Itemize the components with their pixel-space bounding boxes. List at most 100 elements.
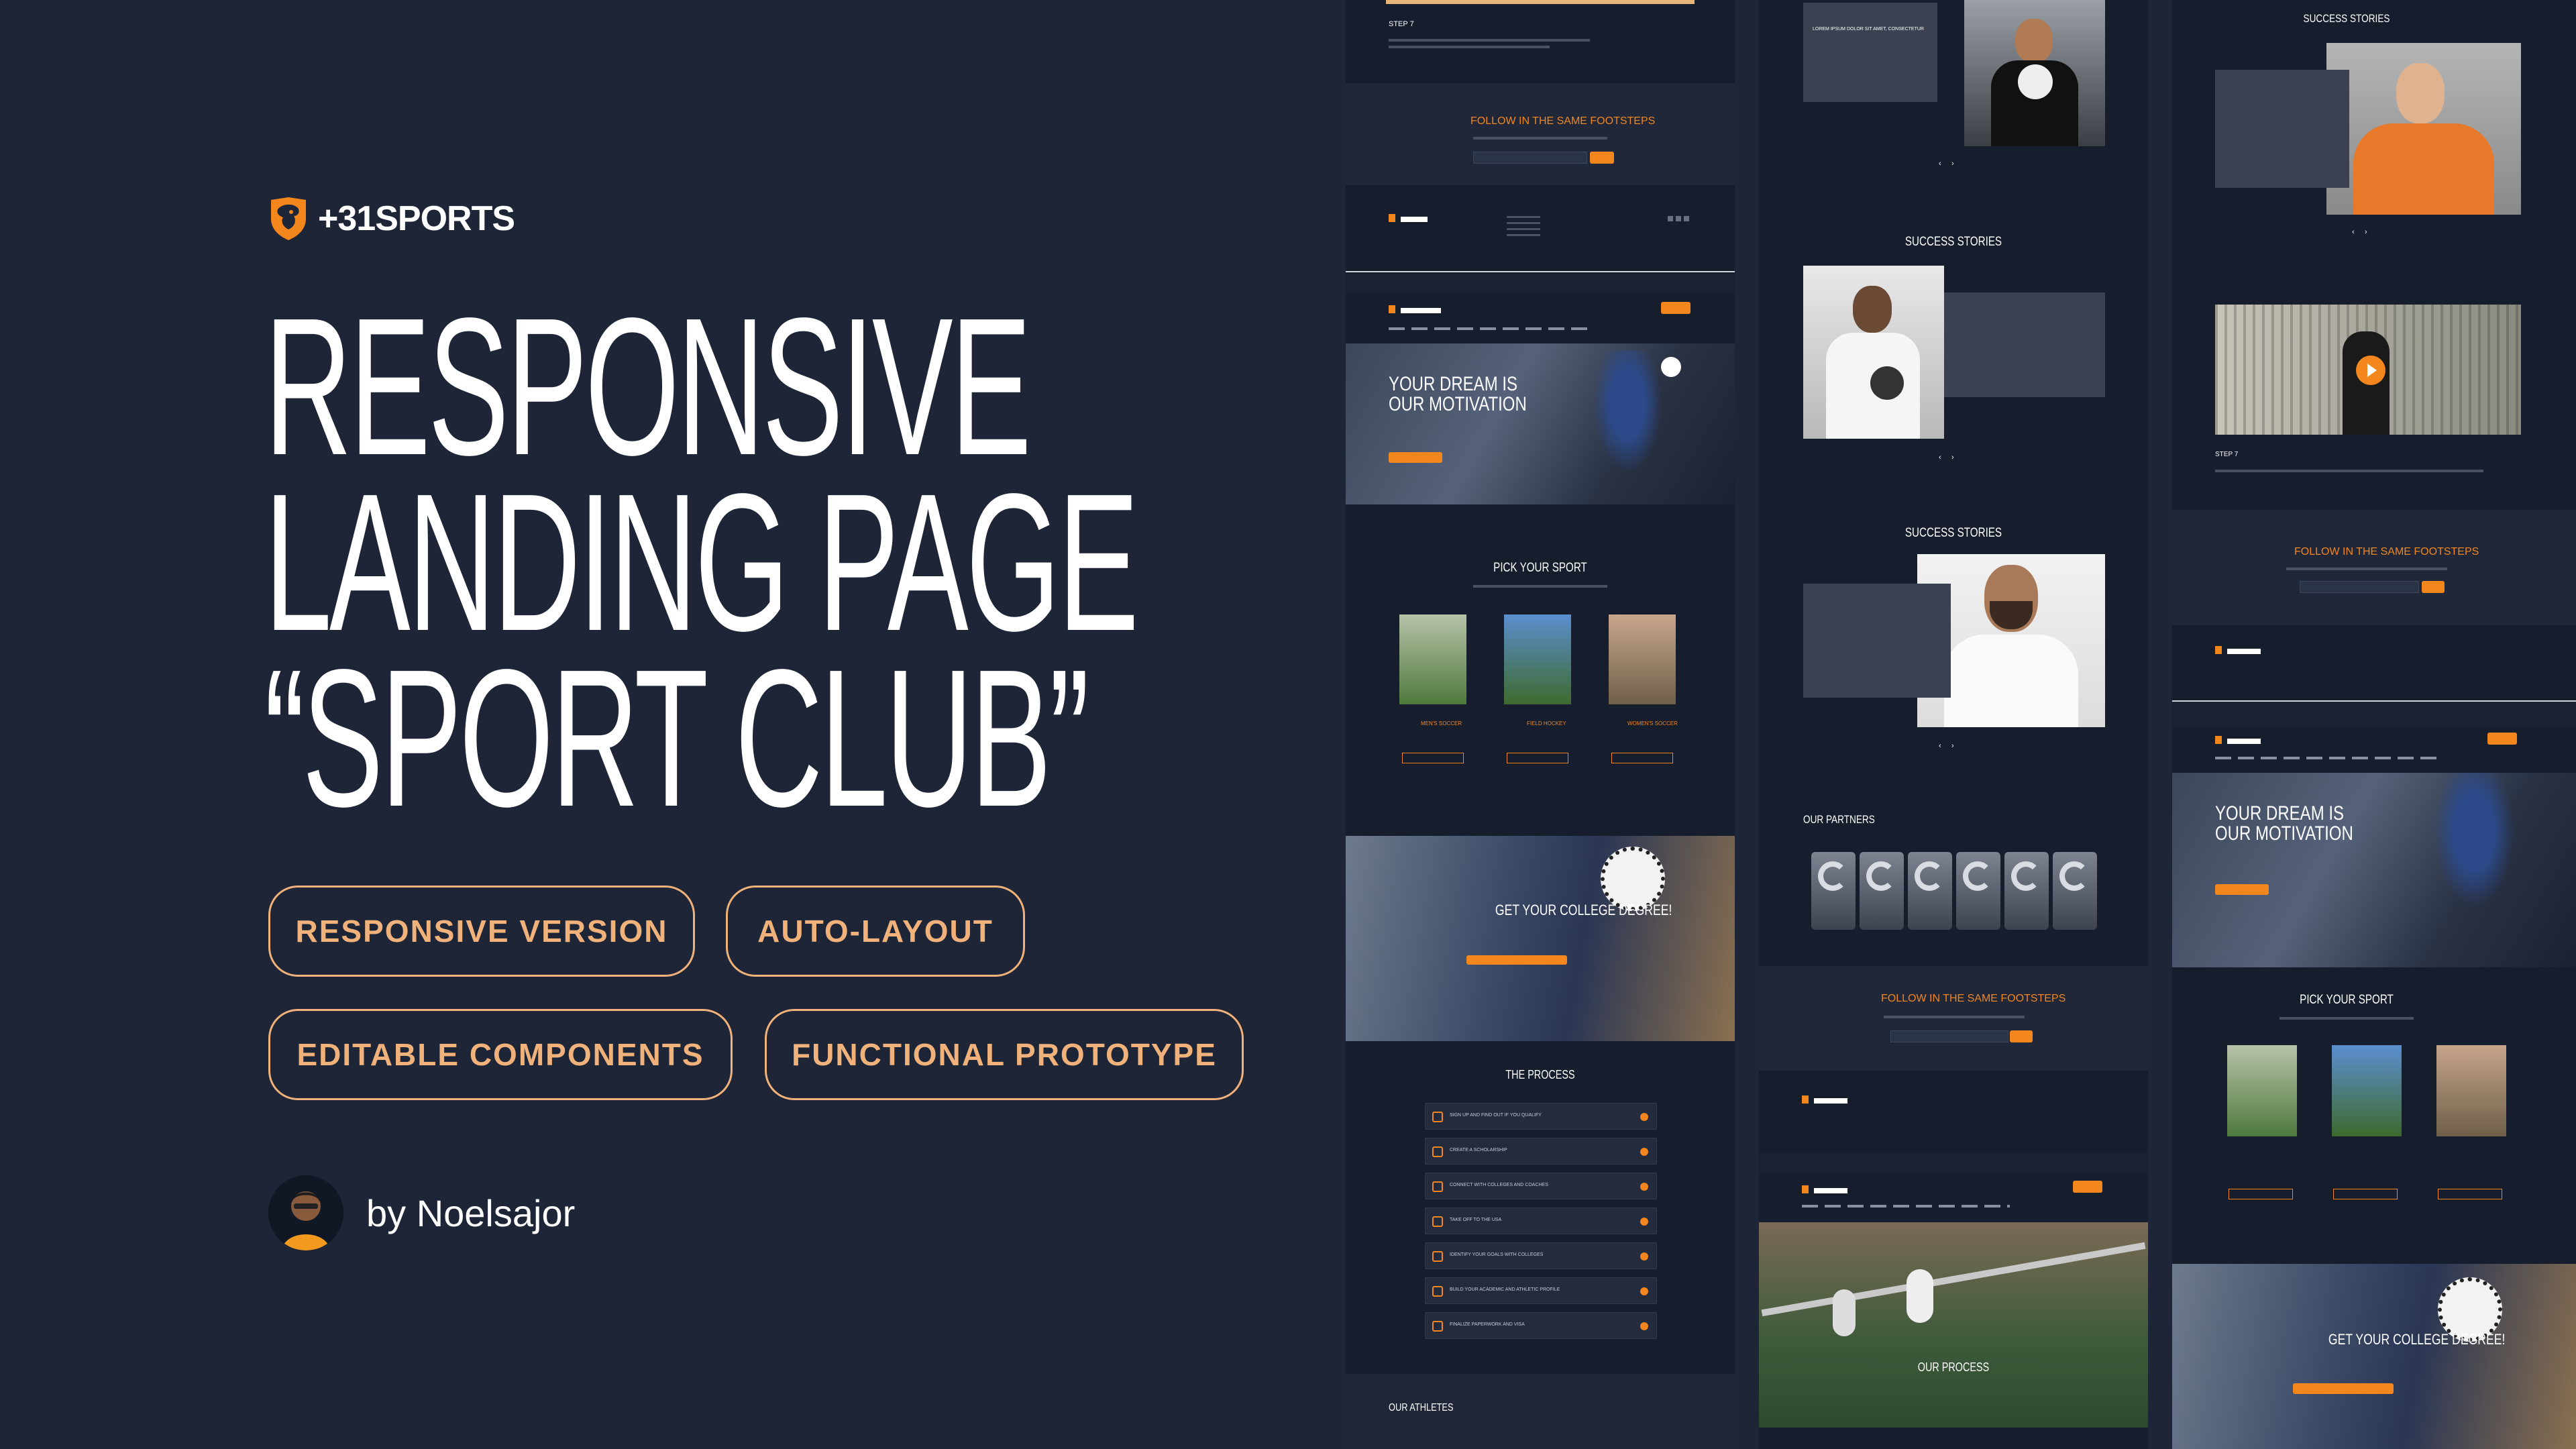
partner-logo [1811,852,1856,930]
author-avatar [268,1175,343,1250]
step-icon [1432,1146,1443,1157]
start-now-button-2[interactable] [1507,753,1568,763]
author-credit: by Noelsajor [268,1175,575,1250]
success-title-2: SUCCESS STORIES [1904,526,2002,540]
headline-line-3: “SPORT CLUB” [264,629,1089,847]
sport-card-2-3[interactable] [2436,1045,2506,1136]
sport-card-mens-soccer[interactable] [1399,614,1466,704]
start-now-button-1[interactable] [1402,753,1464,763]
partner-logo [1860,852,1904,930]
process-title: THE PROCESS [1505,1068,1575,1081]
hero-image [1346,343,1735,504]
step-icon [1432,1216,1443,1227]
step-expand-icon[interactable] [1640,1218,1648,1226]
mockup-column-3: SUCCESS STORIES ‹ › STEP 7 FOLLOW IN THE… [2172,0,2576,1449]
feature-pill-editable: EDITABLE COMPONENTS [268,1009,733,1100]
athletes-title: OUR ATHLETES [1389,1402,1454,1413]
sport-label-1: MEN'S SOCCER [1421,720,1462,727]
mockup-process-frame: OUR PROCESS [1759,1174,2148,1449]
college-title: GET YOUR COLLEGE DEGREE! [1495,902,1672,918]
sport-card-womens-soccer[interactable] [1609,614,1676,704]
story-card-4 [2215,70,2349,188]
step-expand-icon[interactable] [1640,1322,1648,1330]
process-step-row[interactable]: BUILD YOUR ACADEMIC AND ATHLETIC PROFILE [1425,1277,1657,1304]
story-card-1 [1803,3,1937,102]
mockup-tablet-stories: SUCCESS STORIES ‹ › STEP 7 FOLLOW IN THE… [2172,0,2576,702]
step-label: STEP 7 [1389,20,1414,28]
process-step-label: BUILD YOUR ACADEMIC AND ATHLETIC PROFILE [1450,1287,1560,1292]
hero-panel: +31SPORTS RESPONSIVE LANDING PAGE “SPORT… [264,0,1315,1449]
mockup-landing-desktop: YOUR DREAM IS OUR MOTIVATION PICK YOUR S… [1346,294,1735,1449]
video-thumbnail[interactable] [2215,305,2521,435]
pick-sport-title-2: PICK YOUR SPORT [2300,993,2394,1007]
follow-title-2: FOLLOW IN THE SAME FOOTSTEPS [1881,993,2066,1004]
process-step-row[interactable]: FINALIZE PAPERWORK AND VISA [1425,1312,1657,1339]
process-step-row[interactable]: SIGN UP AND FIND OUT IF YOU QUALIFY [1425,1103,1657,1130]
step-icon [1432,1181,1443,1192]
foosball-image [1759,1222,2148,1428]
sport-label-2: FIELD HOCKEY [1527,720,1566,727]
success-title-1: SUCCESS STORIES [1904,235,2002,249]
step-icon [1432,1321,1443,1332]
mockup-footer-frame: STEP 7 FOLLOW IN THE SAME FOOTSTEPS [1346,0,1735,274]
step-expand-icon[interactable] [1640,1183,1648,1191]
step-icon [1432,1112,1443,1122]
pick-sport-title: PICK YOUR SPORT [1493,561,1587,575]
sport-label-3: WOMEN'S SOCCER [1627,720,1678,727]
partner-logo [1956,852,2000,930]
brand-logo[interactable]: +31SPORTS [268,196,515,241]
process-step-label: IDENTIFY YOUR GOALS WITH COLLEGES [1450,1252,1544,1257]
feature-pill-prototype: FUNCTIONAL PROTOTYPE [765,1009,1244,1100]
step-expand-icon[interactable] [1640,1148,1648,1156]
step-icon [1432,1286,1443,1297]
hero-title: YOUR DREAM IS OUR MOTIVATION [1389,373,1527,415]
story-card-3 [1803,584,1951,698]
step-icon [1432,1251,1443,1262]
process-step-row[interactable]: IDENTIFY YOUR GOALS WITH COLLEGES [1425,1242,1657,1269]
story-card-1-title: LOREM IPSUM DOLOR SIT AMET, CONSECTETUR [1813,27,1924,32]
mockup-landing-tablet: YOUR DREAM IS OUR MOTIVATION PICK YOUR S… [2172,727,2576,1449]
sport-card-2-1[interactable] [2227,1045,2297,1136]
story-photo-2 [1803,266,1944,439]
step-expand-icon[interactable] [1640,1113,1648,1121]
headline-line-2: LANDING PAGE [264,453,1139,672]
process-step-label: CONNECT WITH COLLEGES AND COACHES [1450,1183,1548,1187]
step-label-2: STEP 7 [2215,451,2239,458]
follow-title: FOLLOW IN THE SAME FOOTSTEPS [1470,115,1656,127]
author-name: by Noelsajor [366,1191,576,1234]
process-step-label: CREATE A SCHOLARSHIP [1450,1148,1507,1152]
mockup-column-2: LOREM IPSUM DOLOR SIT AMET, CONSECTETUR … [1759,0,2148,1449]
process-step-row[interactable]: CONNECT WITH COLLEGES AND COACHES [1425,1173,1657,1199]
feature-pill-responsive: RESPONSIVE VERSION [268,885,695,977]
shield-lion-icon [271,197,306,240]
college-title-2: GET YOUR COLLEGE DEGREE! [2328,1331,2506,1348]
mockup-mobile-stories: LOREM IPSUM DOLOR SIT AMET, CONSECTETUR … [1759,0,2148,1152]
follow-title-3: FOLLOW IN THE SAME FOOTSTEPS [2294,546,2479,557]
partner-logo [2004,852,2049,930]
step-expand-icon[interactable] [1640,1287,1648,1295]
process-step-label: TAKE OFF TO THE USA [1450,1218,1502,1222]
college-banner [1346,836,1735,1041]
brand-name: +31SPORTS [318,199,515,238]
partner-logo [2053,852,2097,930]
process-step-label: SIGN UP AND FIND OUT IF YOU QUALIFY [1450,1113,1542,1118]
story-photo-4 [2326,43,2521,215]
process-step-row[interactable]: CREATE A SCHOLARSHIP [1425,1138,1657,1165]
college-banner-2 [2172,1264,2576,1449]
process-step-label: FINALIZE PAPERWORK AND VISA [1450,1322,1525,1327]
headline-line-1: RESPONSIVE [264,277,1032,496]
success-title-3: SUCCESS STORIES [2303,12,2390,25]
hero-title-2: YOUR DREAM IS OUR MOTIVATION [2215,802,2353,845]
step-expand-icon[interactable] [1640,1252,1648,1260]
sport-card-field-hockey[interactable] [1504,614,1571,704]
our-process-title: OUR PROCESS [1917,1360,1990,1374]
start-now-button-3[interactable] [1611,753,1673,763]
story-photo-1 [1964,0,2105,146]
mockup-column-1: STEP 7 FOLLOW IN THE SAME FOOTSTEPS YOUR… [1346,0,1735,1449]
sport-card-2-2[interactable] [2332,1045,2402,1136]
partner-logo [1908,852,1952,930]
partners-title: OUR PARTNERS [1803,813,1875,826]
play-icon[interactable] [2356,356,2385,385]
process-step-row[interactable]: TAKE OFF TO THE USA [1425,1208,1657,1234]
story-card-2 [1944,292,2105,397]
